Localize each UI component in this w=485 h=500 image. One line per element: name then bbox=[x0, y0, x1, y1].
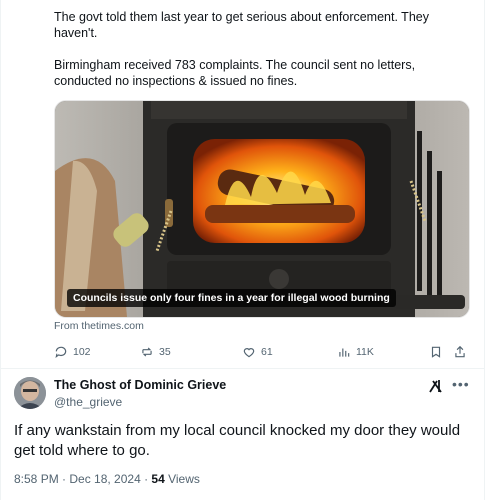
action-bar: 102 35 61 11K bbox=[54, 342, 468, 362]
more-options-icon[interactable]: ••• bbox=[452, 376, 470, 392]
like-button[interactable]: 61 bbox=[242, 342, 273, 362]
avatar-image bbox=[14, 377, 46, 409]
bookmark-button[interactable] bbox=[429, 342, 448, 362]
reply-text: If any wankstain from my local council k… bbox=[14, 422, 461, 459]
link-card-caption: Councils issue only four fines in a year… bbox=[67, 289, 396, 307]
link-source[interactable]: From thetimes.com bbox=[54, 320, 144, 332]
grok-icon[interactable] bbox=[428, 378, 444, 394]
left-border bbox=[0, 0, 1, 500]
bookmark-icon bbox=[431, 346, 441, 358]
repost-button[interactable]: 35 bbox=[140, 342, 171, 362]
avatar[interactable] bbox=[14, 377, 46, 409]
views-count: 11K bbox=[356, 346, 374, 358]
link-card-image bbox=[55, 101, 469, 317]
views-chart-icon bbox=[339, 348, 350, 357]
link-card[interactable]: Councils issue only four fines in a year… bbox=[54, 100, 470, 318]
quoted-post-paragraph-1: The govt told them last year to get seri… bbox=[54, 10, 429, 40]
post-divider bbox=[0, 368, 485, 369]
repost-icon bbox=[142, 347, 152, 357]
post-timestamp[interactable]: 8:58 PM · Dec 18, 2024 · bbox=[14, 472, 151, 486]
share-button[interactable] bbox=[453, 342, 472, 362]
like-count: 61 bbox=[261, 346, 273, 358]
heart-icon bbox=[243, 348, 255, 358]
author-name[interactable]: The Ghost of Dominic Grieve bbox=[54, 378, 226, 392]
quoted-post-text: The govt told them last year to get seri… bbox=[54, 9, 464, 105]
reply-icon bbox=[55, 346, 67, 359]
views-button[interactable]: 11K bbox=[337, 342, 374, 362]
repost-count: 35 bbox=[159, 346, 171, 358]
post-meta: 8:58 PM · Dec 18, 2024 · 54 Views bbox=[14, 472, 200, 486]
share-icon bbox=[455, 345, 465, 358]
reply-button[interactable]: 102 bbox=[54, 342, 91, 362]
author-handle[interactable]: @the_grieve bbox=[54, 395, 122, 409]
reply-count: 102 bbox=[73, 346, 91, 358]
post-views-count: 54 bbox=[151, 472, 165, 486]
post-views-label: Views bbox=[164, 472, 200, 486]
quoted-post-paragraph-2: Birmingham received 783 complaints. The … bbox=[54, 58, 416, 88]
